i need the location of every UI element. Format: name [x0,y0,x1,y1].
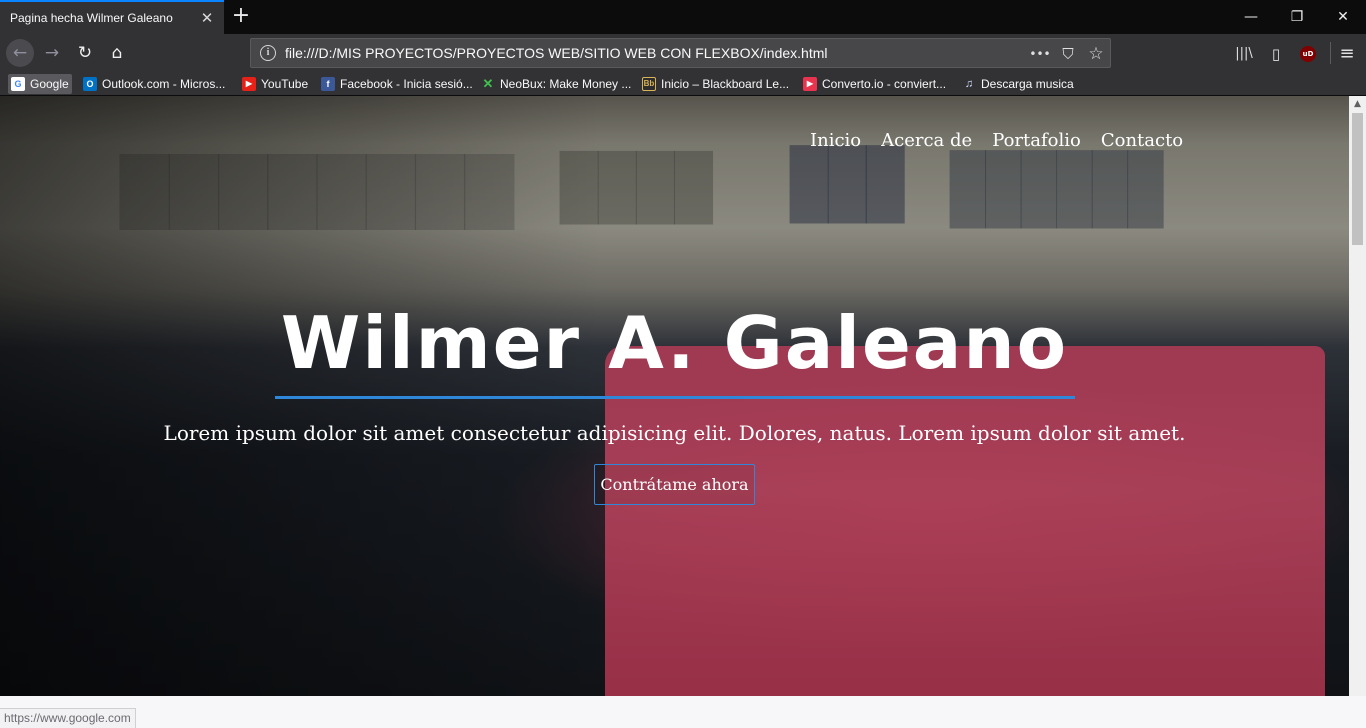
bookmark-neobux[interactable]: ✕ NeoBux: Make Money ... [481,74,632,94]
bookmark-label: Converto.io - conviert... [822,77,947,91]
status-bar-url: https://www.google.com [0,708,136,728]
hire-me-button[interactable]: Contrátame ahora [594,464,755,505]
hero-title: Wilmer A. Galeano [280,301,1069,385]
bookmark-label: Outlook.com - Micros... [102,77,226,91]
bookmark-label: NeoBux: Make Money ... [500,77,632,91]
neobux-icon: ✕ [482,76,494,91]
blackboard-icon: Bb [642,77,656,91]
bookmark-blackboard[interactable]: Bb Inicio – Blackboard Le... [642,74,789,94]
minimize-icon[interactable]: — [1228,0,1274,34]
page-bottom-area [0,696,1366,728]
site-info-icon[interactable]: i [260,45,276,61]
new-tab-icon[interactable]: + [230,4,252,28]
nav-link-contacto[interactable]: Contacto [1101,130,1183,151]
bookmark-label: Descarga musica [981,77,1074,91]
window-close-icon[interactable]: ✕ [1320,0,1366,34]
bookmark-label: Google [30,77,69,91]
facebook-icon: f [321,77,335,91]
library-icon[interactable]: |||\ [1233,43,1255,65]
back-icon[interactable]: ← [6,39,34,67]
outlook-icon: O [83,77,97,91]
close-tab-icon[interactable]: ✕ [198,9,216,27]
tab-title: Pagina hecha Wilmer Galeano [10,11,173,25]
scroll-up-icon[interactable]: ▲ [1349,96,1366,113]
title-underline [275,396,1075,399]
site-navigation: Inicio Acerca de Portafolio Contacto [810,130,1203,151]
forward-icon[interactable]: → [38,39,66,67]
bookmark-google[interactable]: G Google [8,74,72,94]
tab-strip: Pagina hecha Wilmer Galeano ✕ + — ❐ ✕ [0,0,1366,34]
bookmark-youtube[interactable]: ▶ YouTube [242,74,308,94]
nav-link-portafolio[interactable]: Portafolio [992,130,1081,151]
bookmarks-toolbar: G Google O Outlook.com - Micros... ▶ You… [0,72,1366,96]
music-note-icon: ♫ [964,78,974,90]
restore-icon[interactable]: ❐ [1274,0,1320,34]
bookmark-outlook[interactable]: O Outlook.com - Micros... [83,74,225,94]
youtube-icon: ▶ [242,77,256,91]
bookmark-label: YouTube [261,77,309,91]
navigation-toolbar: ← → ↻ ⌂ i file:///D:/MIS PROYECTOS/PROYE… [0,34,1366,72]
active-tab[interactable]: Pagina hecha Wilmer Galeano ✕ [0,0,224,34]
pocket-icon[interactable]: ⛉ [1057,43,1079,65]
reload-icon[interactable]: ↻ [71,39,99,67]
bookmark-descarga-musica[interactable]: ♫ Descarga musica [962,74,1074,94]
hero-subtitle: Lorem ipsum dolor sit amet consectetur a… [163,421,1186,445]
nav-link-inicio[interactable]: Inicio [810,130,861,151]
scroll-thumb[interactable] [1352,113,1363,245]
bookmark-star-icon[interactable]: ☆ [1085,43,1107,65]
bookmark-converto[interactable]: ▶ Converto.io - conviert... [803,74,946,94]
home-icon[interactable]: ⌂ [103,39,131,67]
vertical-scrollbar[interactable]: ▲ [1349,96,1366,696]
page-actions-icon[interactable]: ••• [1029,43,1051,65]
sidebar-icon[interactable]: ▯ [1265,43,1287,65]
bookmark-label: Inicio – Blackboard Le... [661,77,790,91]
menu-icon[interactable]: ≡ [1336,43,1358,65]
google-icon: G [11,77,25,91]
ublock-icon[interactable]: uD [1300,46,1316,62]
nav-link-acerca-de[interactable]: Acerca de [881,130,972,151]
bookmark-label: Facebook - Inicia sesió... [340,77,473,91]
page-viewport: ████████ ████ ███ ██████ Inicio Acerca d… [0,96,1349,696]
converto-icon: ▶ [803,77,817,91]
toolbar-divider [1330,42,1331,64]
url-bar[interactable]: i file:///D:/MIS PROYECTOS/PROYECTOS WEB… [250,38,1111,68]
url-text[interactable]: file:///D:/MIS PROYECTOS/PROYECTOS WEB/S… [285,45,828,61]
bookmark-facebook[interactable]: f Facebook - Inicia sesió... [321,74,473,94]
